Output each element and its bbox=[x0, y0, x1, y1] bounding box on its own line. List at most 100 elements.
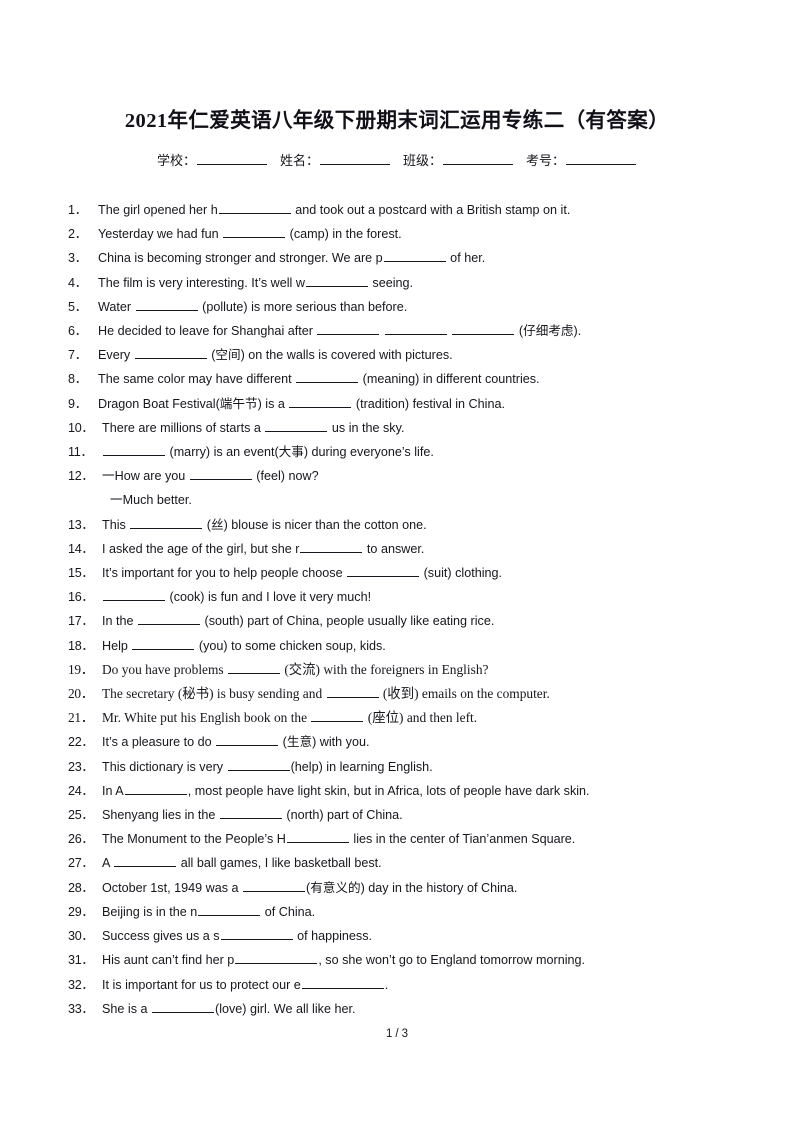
question-text: Water (pollute) is more serious than bef… bbox=[98, 295, 407, 319]
answer-blank[interactable] bbox=[138, 612, 201, 626]
question-text-segment: This bbox=[102, 517, 130, 532]
answer-blank[interactable] bbox=[384, 322, 447, 336]
question-text: Mr. White put his English book on the (座… bbox=[102, 706, 477, 730]
question-number: 19． bbox=[68, 661, 94, 677]
question-item: 2． Yesterday we had fun (camp) in the for… bbox=[68, 222, 728, 246]
answer-blank[interactable] bbox=[383, 249, 446, 263]
question-text-segment: The same color may have different bbox=[98, 372, 296, 387]
question-item: 23． This dictionary is very (help) in lea… bbox=[68, 755, 728, 779]
question-continuation-line: 一Much better. bbox=[68, 488, 728, 512]
question-text: Dragon Boat Festival(端午节) is a (traditio… bbox=[98, 392, 505, 416]
answer-blank[interactable] bbox=[114, 855, 177, 868]
answer-blank[interactable] bbox=[135, 298, 198, 311]
answer-blank[interactable] bbox=[218, 201, 291, 214]
question-text-segment: It’s a pleasure to do bbox=[102, 735, 216, 750]
question-number: 21． bbox=[68, 710, 94, 726]
answer-blank[interactable] bbox=[243, 879, 306, 892]
question-number: 7． bbox=[68, 348, 87, 363]
answer-blank[interactable] bbox=[227, 660, 280, 674]
answer-blank[interactable] bbox=[189, 467, 252, 481]
question-text-segment: It’s important for you to help people ch… bbox=[102, 566, 347, 581]
question-item: 1． The girl opened her h and took out a p… bbox=[68, 198, 728, 222]
answer-blank[interactable] bbox=[124, 782, 187, 795]
question-item: 17． In the (south) part of China, people … bbox=[68, 609, 728, 633]
question-text: This dictionary is very (help) in learni… bbox=[102, 755, 433, 779]
answer-blank[interactable] bbox=[301, 976, 384, 989]
info-field-blank[interactable] bbox=[566, 152, 637, 165]
question-text-segment: I asked the age of the girl, but she r bbox=[102, 541, 300, 556]
answer-blank[interactable] bbox=[130, 516, 203, 529]
question-item: 32． It is important for us to protect our… bbox=[68, 973, 728, 997]
answer-blank[interactable] bbox=[305, 274, 368, 287]
question-item: 4． The film is very interesting. It’s wel… bbox=[68, 271, 728, 295]
answer-blank[interactable] bbox=[227, 758, 290, 771]
info-field: 姓名： bbox=[280, 150, 391, 169]
question-text-segment: and took out a postcard with a British s… bbox=[291, 203, 571, 217]
question-text-segment: 一Much better. bbox=[110, 493, 192, 508]
question-text: It’s a pleasure to do (生意) with you. bbox=[102, 730, 369, 754]
answer-blank[interactable] bbox=[103, 588, 165, 602]
answer-blank[interactable] bbox=[296, 370, 359, 384]
info-field-blank[interactable] bbox=[320, 152, 390, 165]
question-number: 17． bbox=[68, 614, 94, 629]
question-item: 13． This (丝) blouse is nicer than the cot… bbox=[68, 513, 728, 537]
question-text-segment: to answer. bbox=[363, 541, 425, 556]
question-text-segment: Mr. White put his English book on the bbox=[102, 710, 311, 726]
answer-blank[interactable] bbox=[317, 322, 380, 336]
question-text-segment: The Monument to the People’s H bbox=[102, 832, 286, 847]
question-text-segment bbox=[380, 324, 384, 338]
answer-blank[interactable] bbox=[216, 734, 279, 747]
answer-blank[interactable] bbox=[220, 927, 293, 941]
answer-blank[interactable] bbox=[452, 322, 515, 336]
question-text: Yesterday we had fun (camp) in the fores… bbox=[98, 222, 402, 246]
answer-blank[interactable] bbox=[152, 1000, 215, 1013]
question-number: 25． bbox=[68, 808, 94, 823]
answer-blank[interactable] bbox=[265, 419, 328, 432]
question-item: 24． In A , most people have light skin, bu… bbox=[68, 779, 728, 803]
question-item: 9． Dragon Boat Festival(端午节) is a (tradit… bbox=[68, 392, 728, 416]
question-text: October 1st, 1949 was a (有意义的) day in th… bbox=[102, 876, 517, 900]
question-number: 31． bbox=[68, 953, 94, 968]
info-field-label: 考号： bbox=[526, 153, 566, 168]
answer-blank[interactable] bbox=[219, 806, 282, 820]
info-field-blank[interactable] bbox=[443, 152, 514, 165]
answer-blank[interactable] bbox=[134, 346, 207, 360]
answer-blank[interactable] bbox=[311, 709, 364, 723]
answer-blank[interactable] bbox=[286, 830, 349, 844]
question-number: 9． bbox=[68, 396, 87, 411]
question-text: A all ball games, I like basketball best… bbox=[102, 851, 382, 875]
info-field: 班级： bbox=[403, 150, 514, 169]
question-item: 29． Beijing is in the n of China. bbox=[68, 900, 728, 924]
question-number: 30． bbox=[68, 929, 94, 944]
question-number: 27． bbox=[68, 856, 94, 871]
question-number: 1． bbox=[68, 203, 87, 217]
answer-blank[interactable] bbox=[289, 395, 352, 408]
question-text-segment: (仔细考虑). bbox=[515, 324, 582, 339]
footer-separator: / bbox=[395, 1028, 399, 1040]
answer-blank[interactable] bbox=[103, 443, 165, 457]
answer-blank[interactable] bbox=[347, 564, 420, 578]
question-text-segment: Success gives us a s bbox=[102, 929, 220, 944]
question-text-segment: (有意义的) day in the history of China. bbox=[306, 880, 518, 895]
info-field-blank[interactable] bbox=[196, 152, 267, 165]
question-text: It is important for us to protect our e. bbox=[102, 973, 388, 997]
question-number: 4． bbox=[68, 275, 87, 290]
question-number: 18． bbox=[68, 638, 94, 653]
answer-blank[interactable] bbox=[300, 540, 363, 553]
question-item: 28． October 1st, 1949 was a (有意义的) day in… bbox=[68, 876, 728, 900]
answer-blank[interactable] bbox=[132, 637, 195, 650]
question-item: 12． 一How are you (feel) now? bbox=[68, 464, 728, 488]
question-item: 27． A all ball games, I like basketball b… bbox=[68, 851, 728, 875]
answer-blank[interactable] bbox=[198, 903, 261, 916]
question-item: 8． The same color may have different (mea… bbox=[68, 367, 728, 391]
question-text-segment: Shenyang lies in the bbox=[102, 808, 219, 823]
info-field: 考号： bbox=[526, 150, 637, 169]
question-text-segment: (空间) on the walls is covered with pictur… bbox=[207, 348, 453, 363]
question-number: 8． bbox=[68, 372, 87, 387]
answer-blank[interactable] bbox=[326, 684, 379, 699]
footer-current-page: 1 bbox=[385, 1028, 393, 1040]
question-text-segment: A bbox=[102, 856, 114, 871]
answer-blank[interactable] bbox=[235, 951, 318, 965]
answer-blank[interactable] bbox=[223, 225, 286, 239]
question-text-segment: (suit) clothing. bbox=[420, 566, 502, 581]
